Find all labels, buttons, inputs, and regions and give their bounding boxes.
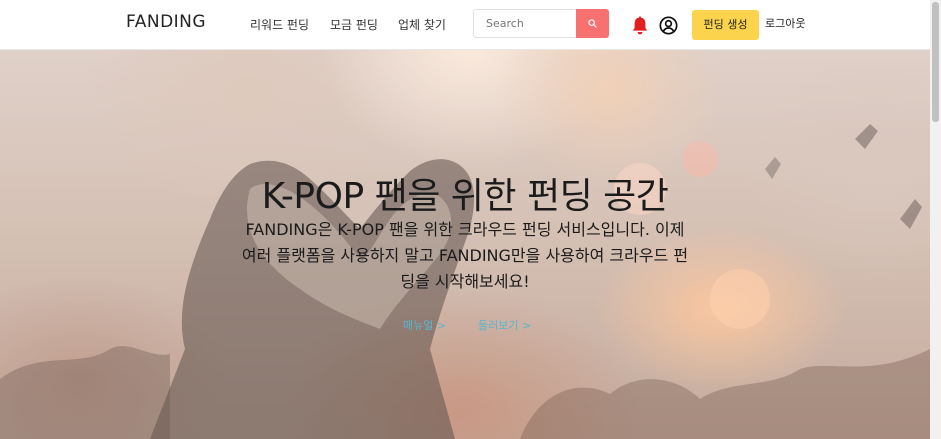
user-circle-icon[interactable] bbox=[659, 16, 678, 35]
brand-logo[interactable]: FANDING bbox=[126, 12, 206, 32]
hero-title: K-POP 팬을 위한 펀딩 공간 bbox=[261, 176, 669, 217]
nav-donation-funding[interactable]: 모금 펀딩 bbox=[330, 16, 378, 33]
page-scrollbar[interactable] bbox=[930, 0, 941, 439]
bell-icon[interactable] bbox=[631, 16, 649, 36]
nav-reward-funding[interactable]: 리워드 펀딩 bbox=[250, 16, 309, 33]
nav-find-company[interactable]: 업체 찾기 bbox=[398, 16, 446, 33]
search-button[interactable] bbox=[576, 9, 609, 38]
search-bar bbox=[473, 9, 609, 38]
search-icon bbox=[588, 19, 597, 28]
browse-link[interactable]: 둘러보기 > bbox=[478, 317, 531, 333]
scrollbar-thumb[interactable] bbox=[932, 2, 939, 122]
hero-content: K-POP 팬을 위한 펀딩 공간 FANDING은 K-POP 팬을 위한 크… bbox=[0, 49, 930, 439]
search-input[interactable] bbox=[473, 9, 576, 38]
hero-section: K-POP 팬을 위한 펀딩 공간 FANDING은 K-POP 팬을 위한 크… bbox=[0, 49, 930, 439]
logout-link[interactable]: 로그아웃 bbox=[765, 15, 805, 31]
top-navbar: FANDING 리워드 펀딩 모금 펀딩 업체 찾기 펀딩 생성 로그아웃 bbox=[0, 0, 930, 50]
page: FANDING 리워드 펀딩 모금 펀딩 업체 찾기 펀딩 생성 로그아웃 bbox=[0, 0, 941, 439]
create-funding-button[interactable]: 펀딩 생성 bbox=[692, 10, 759, 40]
manual-link[interactable]: 매뉴얼 > bbox=[403, 317, 446, 333]
hero-description: FANDING은 K-POP 팬을 위한 크라우드 펀딩 서비스입니다. 이제 … bbox=[241, 220, 689, 291]
